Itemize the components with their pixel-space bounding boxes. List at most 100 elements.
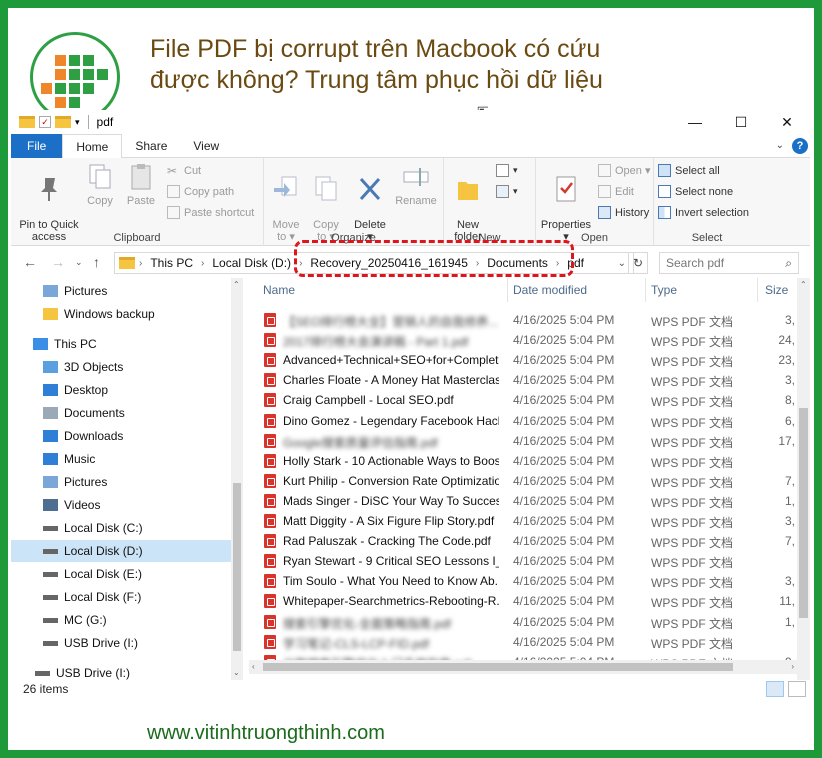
scroll-thumb[interactable]: [233, 483, 241, 651]
red-highlight-box: [294, 240, 574, 277]
file-row[interactable]: Dino Gomez - Legendary Facebook Hack... 4…: [249, 411, 799, 431]
file-row[interactable]: 搜索引擎优化-全面策略指南.pdf 4/16/2025 5:04 PM WPS PD…: [249, 612, 799, 632]
nav-item[interactable]: This PC: [33, 333, 97, 355]
file-list-scrollbar[interactable]: ⌃: [797, 278, 810, 680]
breadcrumb-this-pc[interactable]: This PC: [146, 256, 197, 270]
nav-item[interactable]: Downloads: [43, 425, 123, 447]
select-all-button[interactable]: Select all: [658, 164, 720, 177]
open-button[interactable]: Open ▾: [598, 164, 651, 177]
file-row[interactable]: Whitepaper-Searchmetrics-Rebooting-R... 4…: [249, 591, 799, 611]
nav-item[interactable]: Pictures: [43, 471, 107, 493]
nav-item[interactable]: Videos: [43, 494, 100, 516]
up-arrow-icon[interactable]: ↑: [93, 254, 100, 270]
nav-item[interactable]: Music: [43, 448, 95, 470]
customize-toolbar-chevron-icon[interactable]: ▾: [75, 117, 80, 128]
pin-to-quick-access-button[interactable]: Pin to Quick access: [15, 162, 83, 243]
file-row[interactable]: Rad Paluszak - Cracking The Code.pdf 4/16…: [249, 531, 799, 551]
details-view-icon[interactable]: [766, 681, 784, 697]
nav-item-label: Music: [64, 452, 96, 466]
file-row[interactable]: Ryan Stewart - 9 Critical SEO Lessons I_…: [249, 551, 799, 571]
file-row[interactable]: Charles Floate - A Money Hat Masterclas.…: [249, 370, 799, 390]
file-row[interactable]: Holly Stark - 10 Actionable Ways to Boos…: [249, 451, 799, 471]
nav-item[interactable]: Windows backup: [43, 303, 155, 325]
rename-button[interactable]: Rename: [394, 162, 438, 207]
file-list: Name Date modified Type Size 【SEO排行榜大全】营…: [249, 278, 799, 680]
move-to-button[interactable]: Move to ▾: [270, 162, 302, 243]
file-row[interactable]: 2017排行榜大会演讲稿 - Part 1.pdf 4/16/2025 5:04 …: [249, 330, 799, 350]
scroll-up-chevron-icon[interactable]: ⌃: [233, 280, 240, 289]
nav-item[interactable]: Desktop: [43, 379, 108, 401]
nav-item[interactable]: Local Disk (D:): [43, 540, 143, 562]
file-row[interactable]: 【SEO排行榜大全】营销人的自我修养... 4/16/2025 5:04 PM WP…: [249, 310, 799, 330]
checkmark-icon[interactable]: ✓: [39, 116, 51, 128]
tab-file[interactable]: File: [11, 134, 63, 158]
tab-view[interactable]: View: [180, 134, 232, 158]
column-header-type[interactable]: Type: [651, 283, 677, 297]
minimize-button[interactable]: —: [672, 110, 718, 134]
column-separator[interactable]: [757, 278, 758, 302]
file-row[interactable]: Matt Diggity - A Six Figure Flip Story.p…: [249, 511, 799, 531]
copy-path-button[interactable]: Copy path: [167, 185, 234, 198]
copy-to-button[interactable]: Copy to ▾: [310, 162, 342, 243]
tab-home[interactable]: Home: [62, 134, 123, 159]
file-row[interactable]: Kurt Philip - Conversion Rate Optimizati…: [249, 471, 799, 491]
pc-icon: [33, 338, 48, 350]
column-separator[interactable]: [645, 278, 646, 302]
nav-item[interactable]: Pictures: [43, 280, 107, 302]
copy-button[interactable]: Copy: [85, 162, 115, 207]
scroll-up-chevron-icon[interactable]: ⌃: [800, 280, 807, 289]
column-separator[interactable]: [507, 278, 508, 302]
forward-arrow-icon[interactable]: →: [51, 254, 65, 270]
recent-locations-chevron-icon[interactable]: ⌄: [75, 257, 83, 268]
scroll-thumb[interactable]: [799, 408, 808, 618]
properties-button[interactable]: Properties ▾: [540, 162, 592, 243]
large-icons-view-icon[interactable]: [788, 681, 806, 697]
column-header-size[interactable]: Size: [765, 283, 788, 297]
paste-shortcut-button[interactable]: Paste shortcut: [167, 206, 254, 219]
column-header-name[interactable]: Name: [263, 283, 295, 297]
cut-button[interactable]: ✂ Cut: [167, 164, 201, 178]
file-row[interactable]: Mads Singer - DiSC Your Way To Success..…: [249, 491, 799, 511]
nav-item[interactable]: USB Drive (I:): [35, 662, 130, 680]
nav-pane-scrollbar[interactable]: ⌃ ⌄: [231, 278, 243, 680]
nav-item[interactable]: Local Disk (C:): [43, 517, 143, 539]
history-button[interactable]: History: [598, 206, 649, 219]
nav-item[interactable]: USB Drive (I:): [43, 632, 138, 654]
maximize-button[interactable]: ☐: [718, 110, 764, 134]
tab-share[interactable]: Share: [122, 134, 180, 158]
back-arrow-icon[interactable]: ←: [23, 254, 37, 270]
new-item-button[interactable]: ▾: [496, 164, 518, 177]
file-row[interactable]: Advanced+Technical+SEO+for+Complete... 4/…: [249, 350, 799, 370]
horizontal-scrollbar[interactable]: ‹ ›: [249, 660, 797, 674]
invert-selection-button[interactable]: Invert selection: [658, 206, 749, 219]
easy-access-button[interactable]: ▾: [496, 185, 518, 198]
scroll-thumb[interactable]: [263, 663, 733, 671]
scroll-right-chevron-icon[interactable]: ›: [791, 662, 794, 671]
file-row[interactable]: 学习笔记-CLS-LCP-FID.pdf 4/16/2025 5:04 PM WPS…: [249, 632, 799, 652]
delete-button[interactable]: Delete ▾: [352, 162, 388, 243]
column-header-date-modified[interactable]: Date modified: [513, 283, 587, 297]
nav-item[interactable]: Local Disk (F:): [43, 586, 141, 608]
file-row[interactable]: Google搜索质量评估指南.pdf 4/16/2025 5:04 PM WPS P…: [249, 431, 799, 451]
history-icon: [598, 206, 611, 219]
close-button[interactable]: ✕: [764, 110, 810, 134]
search-input[interactable]: Search pdf ⌕: [659, 252, 799, 274]
select-none-button[interactable]: Select none: [658, 185, 733, 198]
scroll-left-chevron-icon[interactable]: ‹: [252, 662, 255, 671]
nav-item[interactable]: Local Disk (E:): [43, 563, 142, 585]
file-row[interactable]: Craig Campbell - Local SEO.pdf 4/16/2025 …: [249, 390, 799, 410]
refresh-icon[interactable]: ↻: [628, 252, 648, 274]
new-folder-button[interactable]: New folder: [450, 162, 486, 243]
breadcrumb-local-disk-d[interactable]: Local Disk (D:): [208, 256, 295, 270]
file-date-modified: 4/16/2025 5:04 PM: [513, 554, 615, 569]
nav-item[interactable]: 3D Objects: [43, 356, 123, 378]
expand-ribbon-chevron-icon[interactable]: ⌄: [776, 140, 784, 151]
nav-item[interactable]: Documents: [43, 402, 125, 424]
paste-button[interactable]: Paste: [125, 162, 157, 207]
file-row[interactable]: Tim Soulo - What You Need to Know Ab... 4…: [249, 571, 799, 591]
nav-item[interactable]: MC (G:): [43, 609, 107, 631]
scroll-down-chevron-icon[interactable]: ⌄: [233, 668, 240, 677]
edit-button[interactable]: Edit: [598, 185, 634, 198]
help-icon[interactable]: ?: [792, 138, 808, 154]
new-folder-icon[interactable]: [55, 116, 71, 128]
